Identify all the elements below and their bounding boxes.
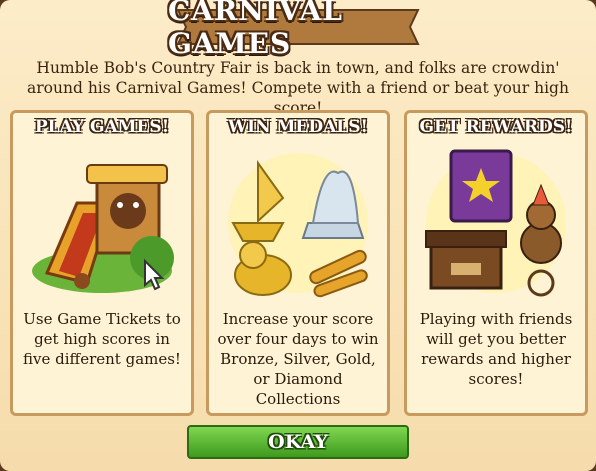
rewards-icon: [425, 149, 566, 297]
dialog-title: CARNIVAL GAMES: [168, 0, 343, 60]
carnival-slide-icon: [32, 164, 174, 293]
okay-button-label: OKAY: [268, 431, 328, 453]
panel-description: Playing with friends will get you better…: [419, 310, 573, 388]
title-banner: CARNIVAL GAMES: [168, 0, 428, 60]
trophies-icon: [228, 153, 368, 298]
panel-title: PLAY GAMES!: [34, 117, 170, 137]
intro-text: Humble Bob's Country Fair is back in tow…: [27, 59, 569, 117]
carnival-games-dialog: CARNIVAL GAMES Humble Bob's Country Fair…: [0, 0, 596, 471]
panel-description: Use Game Tickets to get high scores in f…: [23, 310, 181, 368]
panel-title: GET REWARDS!: [419, 117, 573, 137]
panel-title: WIN MEDALS!: [228, 117, 368, 137]
panel-description: Increase your score over four days to wi…: [217, 310, 379, 408]
okay-button[interactable]: OKAY: [187, 425, 409, 459]
panel-play-games: PLAY GAMES! Use Game Tickets to get high…: [10, 110, 194, 416]
panel-get-rewards: GET REWARDS! Playing with friends will g…: [404, 110, 588, 416]
panel-win-medals: WIN MEDALS! Increase your score over fou…: [206, 110, 390, 416]
